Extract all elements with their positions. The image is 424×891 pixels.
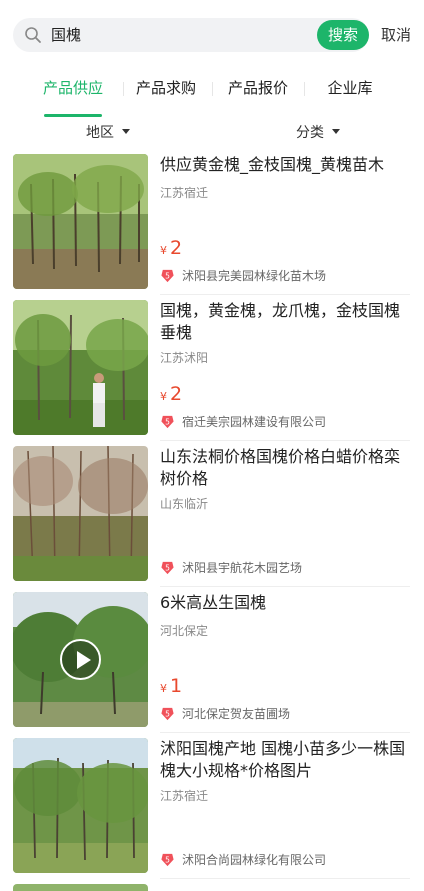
active-tab-indicator [44, 114, 102, 117]
region-filter[interactable]: 地区 [86, 122, 130, 144]
price-value: 2 [170, 383, 183, 405]
product-location: 河北保定 [160, 624, 209, 638]
tab-divider [304, 82, 305, 96]
divider [160, 294, 410, 295]
company-name: 沭阳县宇航花木园艺场 [182, 561, 303, 575]
divider [160, 440, 410, 441]
tab-company-directory[interactable]: 企业库 [320, 70, 380, 116]
product-title: 沭阳国槐产地 国槐小苗多少一株国槐大小规格*价格图片 [160, 739, 406, 780]
tab-divider [123, 82, 124, 96]
search-input[interactable]: 国槐 [13, 18, 369, 52]
product-photo[interactable] [13, 300, 148, 435]
product-location: 江苏宿迁 [160, 186, 209, 200]
badge-level: 5 [165, 855, 170, 864]
company-name-row[interactable]: 5 沭阳县宇航花木园艺场 [160, 559, 302, 577]
company-name-row[interactable]: 5 宿迁美宗园林建设有限公司 [160, 413, 326, 431]
verified-badge-icon: 5 [161, 269, 174, 283]
product-photo[interactable] [13, 154, 148, 289]
price-value: 1 [170, 675, 183, 697]
price-symbol: ¥ [160, 244, 167, 257]
divider [160, 878, 410, 879]
caret-down-icon [122, 129, 130, 134]
price-symbol: ¥ [160, 390, 167, 403]
tab-product-purchase[interactable]: 产品求购 [130, 70, 202, 116]
verified-badge-icon: 5 [161, 707, 174, 721]
caret-down-icon [332, 129, 340, 134]
product-price: ¥1 [160, 674, 182, 701]
tab-bar: 产品供应 产品求购 产品报价 企业库 [0, 70, 424, 117]
badge-level: 5 [165, 709, 170, 718]
company-name: 沭阳县完美园林绿化苗木场 [182, 269, 327, 283]
product-list: 供应黄金槐_金枝国槐_黄槐苗木 江苏宿迁 ¥2 5 沭阳县完美园林绿化苗木场 国… [0, 154, 424, 884]
company-name: 宿迁美宗园林建设有限公司 [182, 415, 327, 429]
tab-divider [212, 82, 213, 96]
verified-badge-icon: 5 [161, 853, 174, 867]
badge-level: 5 [165, 417, 170, 426]
cancel-button[interactable]: 取消 [381, 24, 411, 46]
search-query: 国槐 [51, 26, 82, 44]
region-filter-label: 地区 [86, 125, 114, 141]
divider [160, 732, 410, 733]
verified-badge-icon: 5 [161, 415, 174, 429]
play-icon[interactable] [60, 639, 101, 680]
product-location: 山东临沂 [160, 497, 209, 511]
search-button[interactable]: 搜索 [317, 20, 369, 50]
tab-product-supply[interactable]: 产品供应 [38, 70, 108, 116]
product-location: 江苏宿迁 [160, 789, 209, 803]
price-symbol: ¥ [160, 682, 167, 695]
product-location: 江苏沭阳 [160, 351, 209, 365]
company-name-row[interactable]: 5 河北保定贺友苗圃场 [160, 705, 290, 723]
search-icon [24, 26, 42, 44]
company-name-row[interactable]: 5 沭阳县完美园林绿化苗木场 [160, 267, 326, 285]
product-item[interactable]: 山东法桐价格国槐价格白蜡价格栾树价格 山东临沂 5 沭阳县宇航花木园艺场 [0, 446, 424, 592]
category-filter[interactable]: 分类 [296, 122, 340, 144]
tab-product-quote[interactable]: 产品报价 [222, 70, 294, 116]
product-item[interactable]: 6米高丛生国槐 河北保定 ¥1 5 河北保定贺友苗圃场 [0, 592, 424, 738]
company-name: 河北保定贺友苗圃场 [182, 707, 291, 721]
product-title: 6米高丛生国槐 [160, 593, 267, 612]
product-photo[interactable] [13, 446, 148, 581]
product-photo[interactable] [13, 738, 148, 873]
product-title: 国槐，黄金槐，龙爪槐，金枝国槐垂槐 [160, 301, 401, 342]
product-item[interactable]: 供应黄金槐_金枝国槐_黄槐苗木 江苏宿迁 ¥2 5 沭阳县完美园林绿化苗木场 [0, 154, 424, 300]
category-filter-label: 分类 [296, 125, 324, 141]
product-photo [13, 884, 148, 891]
product-price: ¥2 [160, 236, 182, 263]
next-product-item-partial[interactable] [0, 884, 424, 891]
search-bar: 国槐 搜索 取消 [0, 0, 424, 70]
product-item[interactable]: 沭阳国槐产地 国槐小苗多少一株国槐大小规格*价格图片 江苏宿迁 5 沭阳合尚园林… [0, 738, 424, 884]
product-title: 山东法桐价格国槐价格白蜡价格栾树价格 [160, 447, 401, 488]
divider [160, 586, 410, 587]
price-value: 2 [170, 237, 183, 259]
company-name: 沭阳合尚园林绿化有限公司 [182, 853, 327, 867]
verified-badge-icon: 5 [161, 561, 174, 575]
product-video-thumbnail[interactable] [13, 592, 148, 727]
badge-level: 5 [165, 271, 170, 280]
company-name-row[interactable]: 5 沭阳合尚园林绿化有限公司 [160, 851, 326, 869]
badge-level: 5 [165, 563, 170, 572]
product-price: ¥2 [160, 382, 182, 409]
product-item[interactable]: 国槐，黄金槐，龙爪槐，金枝国槐垂槐 江苏沭阳 ¥2 5 宿迁美宗园林建设有限公司 [0, 300, 424, 446]
product-title: 供应黄金槐_金枝国槐_黄槐苗木 [160, 155, 385, 174]
